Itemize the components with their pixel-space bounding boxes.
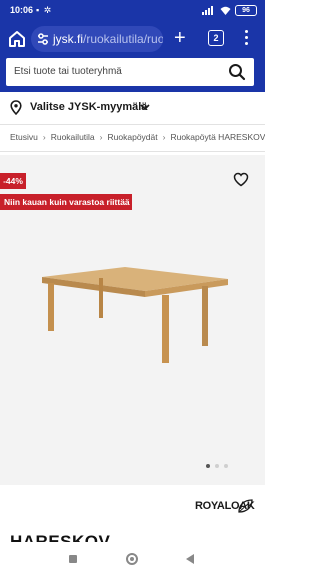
search-input[interactable]: Etsi tuote tai tuoteryhmä <box>6 58 254 86</box>
breadcrumb-item-current: Ruokapöytä HARESKOV <box>170 132 265 142</box>
map-pin-icon <box>10 100 22 115</box>
url-text: jysk.fi/ruokailutila/ruo <box>53 32 163 46</box>
product-image-gallery[interactable]: -44% Niin kauan kuin varastoa riittää <box>0 155 265 485</box>
store-selector-label: Valitse JYSK-myymälä <box>30 101 148 113</box>
status-time: 10:06 <box>10 5 34 15</box>
gallery-pagination[interactable] <box>206 464 228 468</box>
breadcrumb: Etusivu › Ruokailutila › Ruokapöydät › Ruokapö… <box>10 132 265 142</box>
tune-icon[interactable] <box>37 32 49 46</box>
signal-icon <box>202 6 213 15</box>
breadcrumb-item-ruokailutila[interactable]: Ruokailutila <box>51 132 95 142</box>
site-search-bar: Etsi tuote tai tuoteryhmä <box>0 56 265 92</box>
browser-toolbar: jysk.fi/ruokailutila/ruo + 2 <box>0 22 265 56</box>
discount-badge: -44% <box>0 173 26 189</box>
more-vertical-icon[interactable] <box>244 30 250 48</box>
stock-badge: Niin kauan kuin varastoa riittää <box>0 194 132 210</box>
wifi-icon <box>220 6 231 15</box>
url-path: /ruokailutila/ruo <box>83 32 163 46</box>
breadcrumb-item-ruokapoydat[interactable]: Ruokapöydät <box>108 132 158 142</box>
product-image-dining-table <box>42 267 228 363</box>
store-selector[interactable]: Valitse JYSK-myymälä <box>0 97 265 119</box>
back-icon[interactable] <box>186 554 194 564</box>
status-bar: 10:06 ▪ ✲ 96 <box>0 0 265 22</box>
plus-icon[interactable]: + <box>174 27 186 49</box>
search-icon[interactable] <box>228 63 246 81</box>
gallery-dot[interactable] <box>215 464 219 468</box>
breadcrumb-item-etusivu[interactable]: Etusivu <box>10 132 38 142</box>
oak-leaf-icon <box>238 499 253 513</box>
product-title: HARESKOV <box>10 532 111 542</box>
url-domain: jysk.fi <box>53 32 83 46</box>
status-right-icons: 96 <box>202 5 257 16</box>
home-icon[interactable] <box>8 30 26 48</box>
gallery-dot-active[interactable] <box>206 464 210 468</box>
tab-switcher-button[interactable]: 2 <box>208 30 224 46</box>
divider <box>0 124 265 125</box>
chevron-down-icon <box>140 104 150 111</box>
gallery-dot[interactable] <box>224 464 228 468</box>
heart-icon[interactable] <box>233 172 249 187</box>
battery-icon: 96 <box>235 5 257 16</box>
status-notification-icons: ▪ ✲ <box>36 5 53 15</box>
search-placeholder: Etsi tuote tai tuoteryhmä <box>14 66 122 77</box>
home-button-icon[interactable] <box>126 553 138 565</box>
divider <box>0 151 265 152</box>
android-nav-bar <box>0 543 265 575</box>
address-bar[interactable]: jysk.fi/ruokailutila/ruo <box>31 26 163 52</box>
recent-apps-icon[interactable] <box>69 555 77 563</box>
